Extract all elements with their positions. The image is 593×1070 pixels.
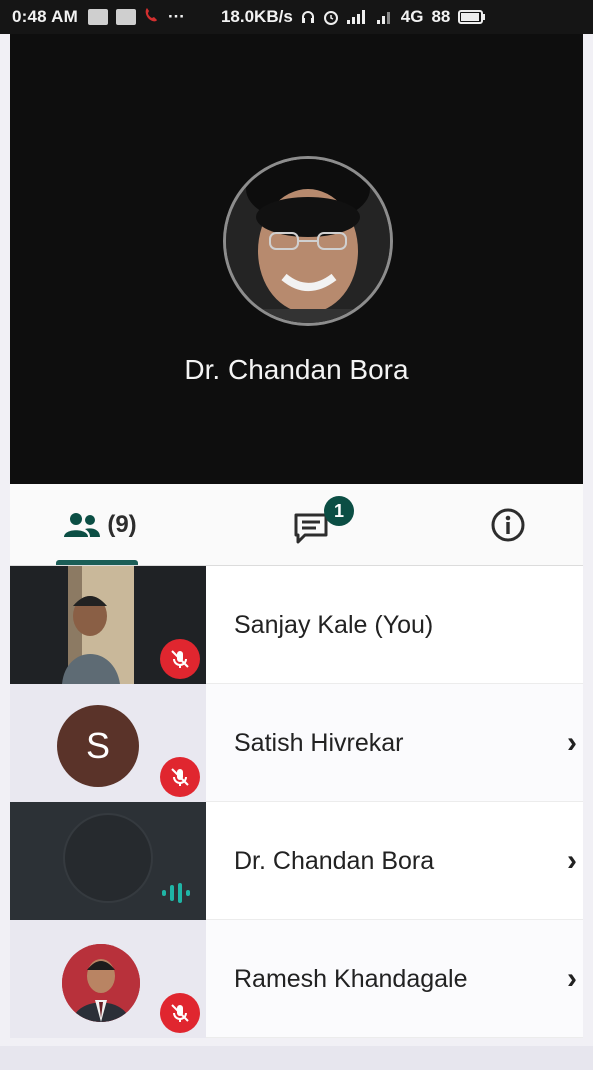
chat-unread-badge: 1: [324, 496, 354, 526]
participant-video-thumbnail: [10, 566, 206, 684]
audio-wave-icon: [162, 883, 190, 903]
participant-row[interactable]: Sanjay Kale (You): [10, 566, 583, 684]
image-notification-icon: [115, 9, 136, 25]
people-icon: [64, 513, 101, 537]
speaker-name: Dr. Chandan Bora: [184, 354, 409, 385]
letter-avatar: S: [57, 705, 139, 787]
photo-avatar: [62, 944, 140, 1022]
participant-name: Satish Hivrekar: [234, 728, 404, 757]
participant-row[interactable]: Dr. Chandan Bora ›: [10, 802, 583, 920]
alarm-icon: [323, 11, 338, 25]
image-notification-icon: [87, 9, 108, 25]
chevron-right-icon[interactable]: ›: [567, 684, 577, 802]
signal-icon: [346, 10, 365, 24]
participant-name: Sanjay Kale (You): [234, 610, 434, 639]
participant-avatar-area: [10, 920, 206, 1038]
tab-info[interactable]: [468, 484, 548, 566]
chevron-right-icon[interactable]: ›: [567, 920, 577, 1038]
battery-level: 88: [431, 7, 451, 26]
participant-avatar-area: S: [10, 684, 206, 802]
participants-list: Sanjay Kale (You) S Satish Hivrekar › Dr…: [10, 566, 583, 1038]
status-bar: 0:48 AM ··· 18.0KB/s 4G 88: [0, 0, 593, 34]
participants-count: (9): [107, 511, 137, 538]
tab-chat[interactable]: 1: [268, 484, 358, 566]
status-ellipsis: ···: [167, 7, 185, 26]
network-speed: 18.0KB/s: [220, 7, 293, 26]
battery-icon: [458, 10, 486, 24]
active-tab-indicator: [56, 560, 138, 565]
mic-off-icon: [160, 639, 200, 679]
mic-off-icon: [160, 993, 200, 1033]
participant-row[interactable]: S Satish Hivrekar ›: [10, 684, 583, 802]
notification-icons: [87, 7, 158, 28]
participant-video-thumbnail: [10, 802, 206, 920]
participant-row[interactable]: Ramesh Khandagale ›: [10, 920, 583, 1038]
active-speaker-stage[interactable]: Dr. Chandan Bora: [10, 34, 583, 484]
headphone-icon: [301, 11, 314, 23]
participant-name: Ramesh Khandagale: [234, 964, 468, 993]
info-icon: [491, 508, 525, 542]
chevron-right-icon[interactable]: ›: [567, 802, 577, 920]
mic-off-icon: [160, 757, 200, 797]
status-time: 0:48 AM: [12, 7, 78, 26]
network-type: 4G: [400, 7, 424, 26]
tab-participants[interactable]: (9): [40, 484, 160, 566]
missed-call-icon: [144, 7, 158, 28]
tab-bar: (9) 1: [10, 484, 583, 566]
signal-icon-2: [376, 12, 390, 24]
status-right-group: 18.0KB/s 4G 88: [221, 7, 486, 27]
participant-name: Dr. Chandan Bora: [234, 846, 435, 875]
bottom-edge: [0, 1046, 593, 1070]
speaker-avatar: [223, 156, 393, 326]
